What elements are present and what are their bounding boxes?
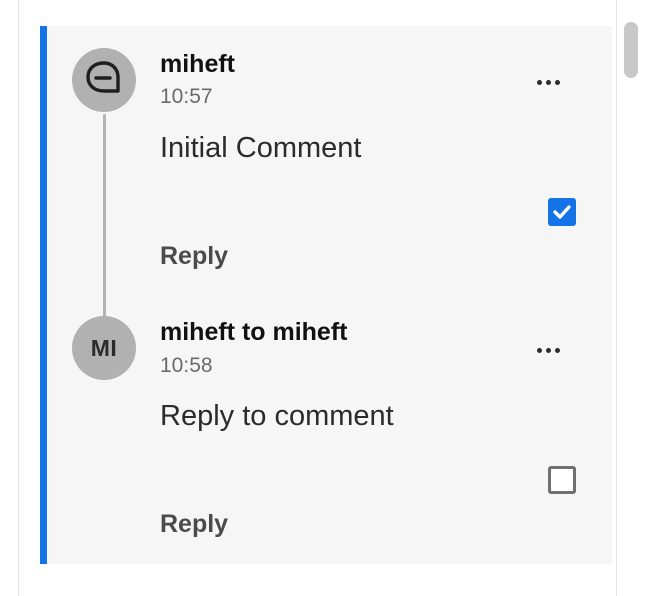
- scrollbar[interactable]: [620, 14, 642, 596]
- comment-more-button[interactable]: [528, 70, 568, 94]
- comment-body: Initial Comment: [160, 132, 362, 164]
- reply-button[interactable]: Reply: [160, 510, 228, 539]
- resolve-checkbox[interactable]: [548, 198, 576, 226]
- reply-timestamp: 10:58: [160, 354, 213, 377]
- reply-button[interactable]: Reply: [160, 242, 228, 271]
- thread-selected-accent-bar: [40, 26, 47, 564]
- thread-connector-line: [103, 114, 106, 321]
- checkmark-icon: [553, 205, 571, 219]
- more-horizontal-icon: [536, 79, 542, 85]
- avatar-initials: MI: [90, 334, 118, 361]
- reply-author: miheft to miheft: [160, 318, 348, 346]
- comment-avatar: [72, 48, 136, 112]
- more-horizontal-icon: [536, 347, 542, 353]
- panel-right-border: [616, 0, 617, 596]
- resolve-checkbox[interactable]: [548, 466, 576, 494]
- reply-avatar: MI: [72, 316, 136, 380]
- scrollbar-thumb[interactable]: [624, 22, 638, 78]
- comment-thread: miheft 10:57 Initial Comment Reply MI mi…: [40, 26, 612, 564]
- reply-more-button[interactable]: [528, 338, 568, 362]
- panel-left-border: [18, 0, 19, 596]
- comment-bubble-icon: [84, 59, 124, 102]
- reply-body: Reply to comment: [160, 400, 394, 432]
- comment-timestamp: 10:57: [160, 85, 213, 108]
- comment-author: miheft: [160, 50, 235, 78]
